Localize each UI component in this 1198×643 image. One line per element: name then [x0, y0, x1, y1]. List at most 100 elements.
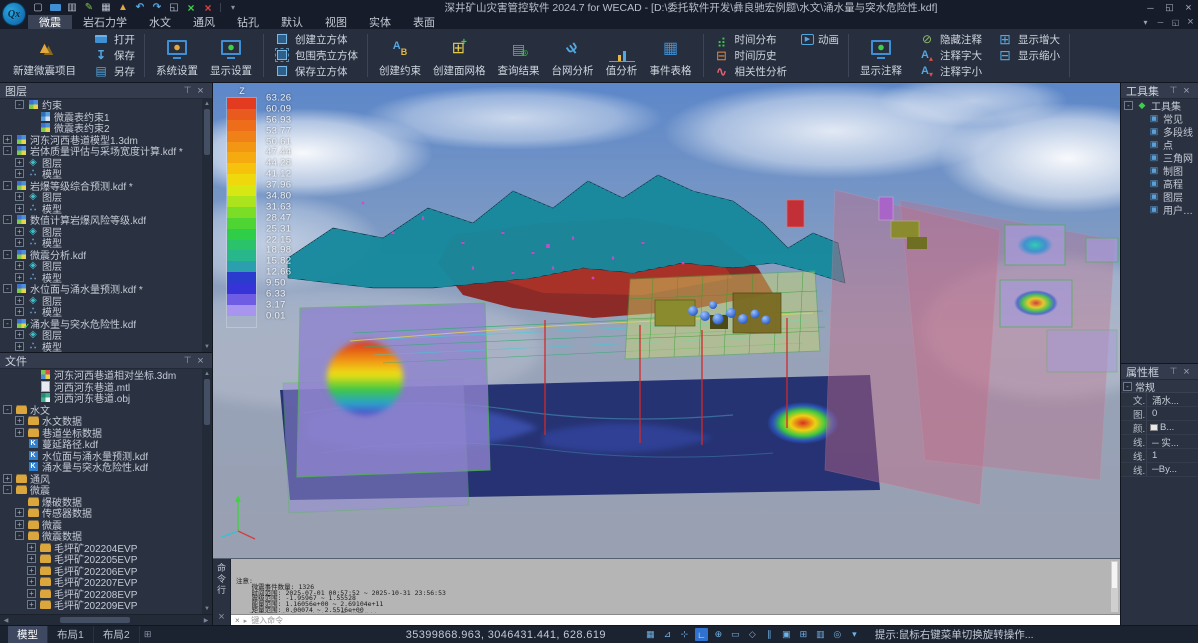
expander-icon[interactable]: -: [15, 531, 24, 540]
tree-row[interactable]: + 毛坪矿202204EVP: [0, 542, 202, 554]
mdi-menu-icon[interactable]: [1138, 16, 1153, 28]
expander-icon[interactable]: +: [15, 416, 24, 425]
console-close-icon[interactable]: [218, 611, 224, 623]
tree-row[interactable]: + 巷道坐标数据: [0, 427, 202, 439]
tree-row[interactable]: + 图层: [0, 157, 202, 169]
tree-row[interactable]: + 传感器数据: [0, 507, 202, 519]
tree-row[interactable]: 水位面与涌水量预测.kdf: [0, 450, 202, 462]
tree-row[interactable]: + 毛坪矿202206EVP: [0, 565, 202, 577]
app-logo-icon[interactable]: Qx: [2, 2, 26, 26]
parallel-icon[interactable]: ∥: [763, 628, 776, 641]
ribbon-button[interactable]: 显示设置: [204, 31, 258, 80]
tree-row[interactable]: 用户扩展: [1121, 203, 1198, 216]
expander-icon[interactable]: [15, 497, 24, 506]
menu-tab[interactable]: 钻孔: [226, 15, 270, 29]
ribbon-button[interactable]: 创建面网格: [427, 31, 492, 80]
layout-tab[interactable]: 模型: [8, 626, 48, 643]
scroll-down-icon[interactable]: [204, 604, 210, 614]
tree-row[interactable]: + 图层: [0, 260, 202, 272]
expander-icon[interactable]: [1136, 205, 1145, 214]
expander-icon[interactable]: +: [15, 296, 24, 305]
ribbon-button[interactable]: 动画: [797, 31, 843, 47]
new-file-icon[interactable]: [30, 1, 46, 14]
quick-access-dropdown-icon[interactable]: [225, 1, 241, 14]
layout-tab[interactable]: 布局1: [48, 626, 94, 643]
scrollbar-thumb[interactable]: [204, 379, 210, 425]
menu-tab[interactable]: 岩石力学: [72, 15, 138, 29]
expander-icon[interactable]: +: [15, 330, 24, 339]
expander-icon[interactable]: +: [27, 566, 36, 575]
viewport-3d[interactable]: Z 63.2660.0956.9353.7750.6147.4444.2841.…: [213, 83, 1120, 558]
expander-icon[interactable]: -: [15, 100, 24, 109]
tree-row[interactable]: + 图层: [0, 329, 202, 341]
pin-icon[interactable]: [1167, 366, 1180, 377]
ribbon-button[interactable]: 另存: [88, 63, 139, 79]
layers-scrollbar[interactable]: [202, 99, 212, 352]
expander-icon[interactable]: +: [15, 204, 24, 213]
pin-icon[interactable]: [181, 85, 194, 96]
expander-icon[interactable]: -: [3, 181, 12, 190]
ribbon-button[interactable]: 系统设置: [150, 31, 204, 80]
ribbon-button[interactable]: 打开: [88, 31, 139, 47]
expander-icon[interactable]: +: [27, 600, 36, 609]
scroll-up-icon[interactable]: [204, 99, 210, 109]
scroll-right-icon[interactable]: [200, 617, 212, 624]
tree-row[interactable]: 微震表约束1: [0, 111, 202, 123]
ribbon-button[interactable]: 显示注释: [854, 31, 908, 80]
expander-icon[interactable]: [27, 382, 36, 391]
tree-row[interactable]: + 模型: [0, 306, 202, 318]
open-file-icon[interactable]: [47, 1, 63, 14]
redo-icon[interactable]: [149, 1, 165, 14]
tree-row[interactable]: - 工具集: [1121, 99, 1198, 112]
expander-icon[interactable]: +: [3, 135, 12, 144]
tree-row[interactable]: 河西河东巷道.mtl: [0, 381, 202, 393]
menu-tab[interactable]: 视图: [314, 15, 358, 29]
expander-icon[interactable]: +: [15, 261, 24, 270]
expander-icon[interactable]: -: [3, 405, 12, 414]
object-snap-icon[interactable]: ▭: [729, 628, 742, 641]
ribbon-button[interactable]: 注释字小: [914, 63, 986, 79]
tree-row[interactable]: - 微震数据: [0, 530, 202, 542]
tree-row[interactable]: + 水文数据: [0, 415, 202, 427]
tree-row[interactable]: 河东河西巷道相对坐标.3dm: [0, 369, 202, 381]
expander-icon[interactable]: [27, 393, 36, 402]
ribbon-button[interactable]: 查询结果: [492, 31, 546, 80]
ribbon-button[interactable]: 保存立方体: [269, 63, 362, 79]
tree-row[interactable]: 蔓延路径.kdf: [0, 438, 202, 450]
tree-row[interactable]: + 毛坪矿202205EVP: [0, 553, 202, 565]
expander-icon[interactable]: -: [3, 485, 12, 494]
expander-icon[interactable]: +: [15, 158, 24, 167]
tree-row[interactable]: + 模型: [0, 168, 202, 180]
tree-row[interactable]: - 岩体质量评估与采场宽度计算.kdf *: [0, 145, 202, 157]
close-icon[interactable]: [194, 85, 207, 97]
tree-row[interactable]: - 微震分析.kdf: [0, 249, 202, 261]
expander-icon[interactable]: -: [3, 319, 12, 328]
clear-command-icon[interactable]: [235, 616, 240, 625]
tree-row[interactable]: 制图: [1121, 164, 1198, 177]
console-scrollbar[interactable]: [1111, 561, 1118, 612]
ribbon-button[interactable]: 相关性分析: [709, 63, 792, 79]
ribbon-button[interactable]: 台网分析: [546, 31, 600, 80]
grid-display-icon[interactable]: ⊹: [678, 628, 691, 641]
tree-row[interactable]: + 毛坪矿202207EVP: [0, 576, 202, 588]
expander-icon[interactable]: -: [3, 215, 12, 224]
tree-row[interactable]: 爆破数据: [0, 496, 202, 508]
tree-row[interactable]: + 模型: [0, 272, 202, 284]
expander-icon[interactable]: [1136, 140, 1145, 149]
center-snap-icon[interactable]: ◎: [831, 628, 844, 641]
tree-row[interactable]: + 模型: [0, 341, 202, 353]
expander-icon[interactable]: +: [15, 169, 24, 178]
menu-tab[interactable]: 微震: [28, 15, 72, 29]
property-row[interactable]: 颜... B...: [1121, 421, 1198, 435]
pin-icon[interactable]: [181, 355, 194, 366]
menu-tab[interactable]: 水文: [138, 15, 182, 29]
expander-icon[interactable]: -: [1124, 101, 1133, 110]
expander-icon[interactable]: [1136, 166, 1145, 175]
tree-row[interactable]: + 通风: [0, 473, 202, 485]
tree-row[interactable]: 河西河东巷道.obj: [0, 392, 202, 404]
selection-cycling-icon[interactable]: ▣: [780, 628, 793, 641]
expander-icon[interactable]: +: [15, 273, 24, 282]
property-row[interactable]: 图... 0: [1121, 407, 1198, 421]
ribbon-button[interactable]: 注释字大: [914, 47, 986, 63]
tree-row[interactable]: + 毛坪矿202209EVP: [0, 599, 202, 611]
